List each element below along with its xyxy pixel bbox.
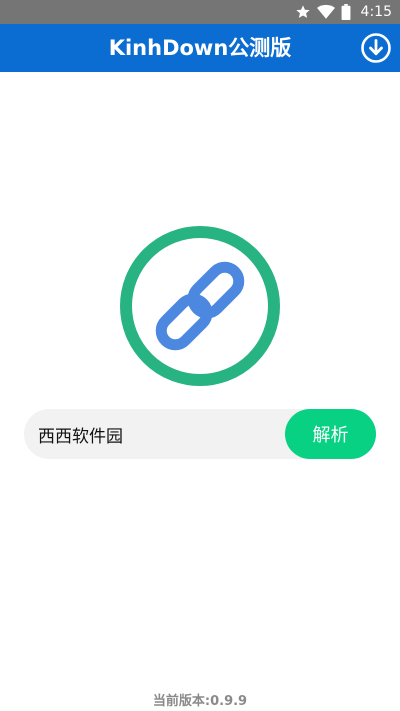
- url-input[interactable]: [38, 409, 278, 459]
- app-title: KinhDown公测版: [108, 36, 292, 60]
- status-icons: 4:15: [295, 0, 392, 24]
- status-bar: 4:15: [0, 0, 400, 24]
- download-circle-icon: [360, 32, 392, 64]
- download-button[interactable]: [360, 32, 392, 64]
- star-icon: [295, 4, 311, 20]
- app-bar: KinhDown公测版: [0, 24, 400, 72]
- battery-icon: [341, 4, 351, 20]
- wifi-icon: [316, 4, 335, 20]
- link-logo: [119, 225, 281, 387]
- version-label: 当前版本:0.9.9: [152, 694, 248, 709]
- status-time: 4:15: [360, 4, 392, 20]
- link-icon: [120, 226, 280, 386]
- parse-button[interactable]: 解析: [285, 409, 376, 459]
- search-bar: 解析: [24, 409, 376, 459]
